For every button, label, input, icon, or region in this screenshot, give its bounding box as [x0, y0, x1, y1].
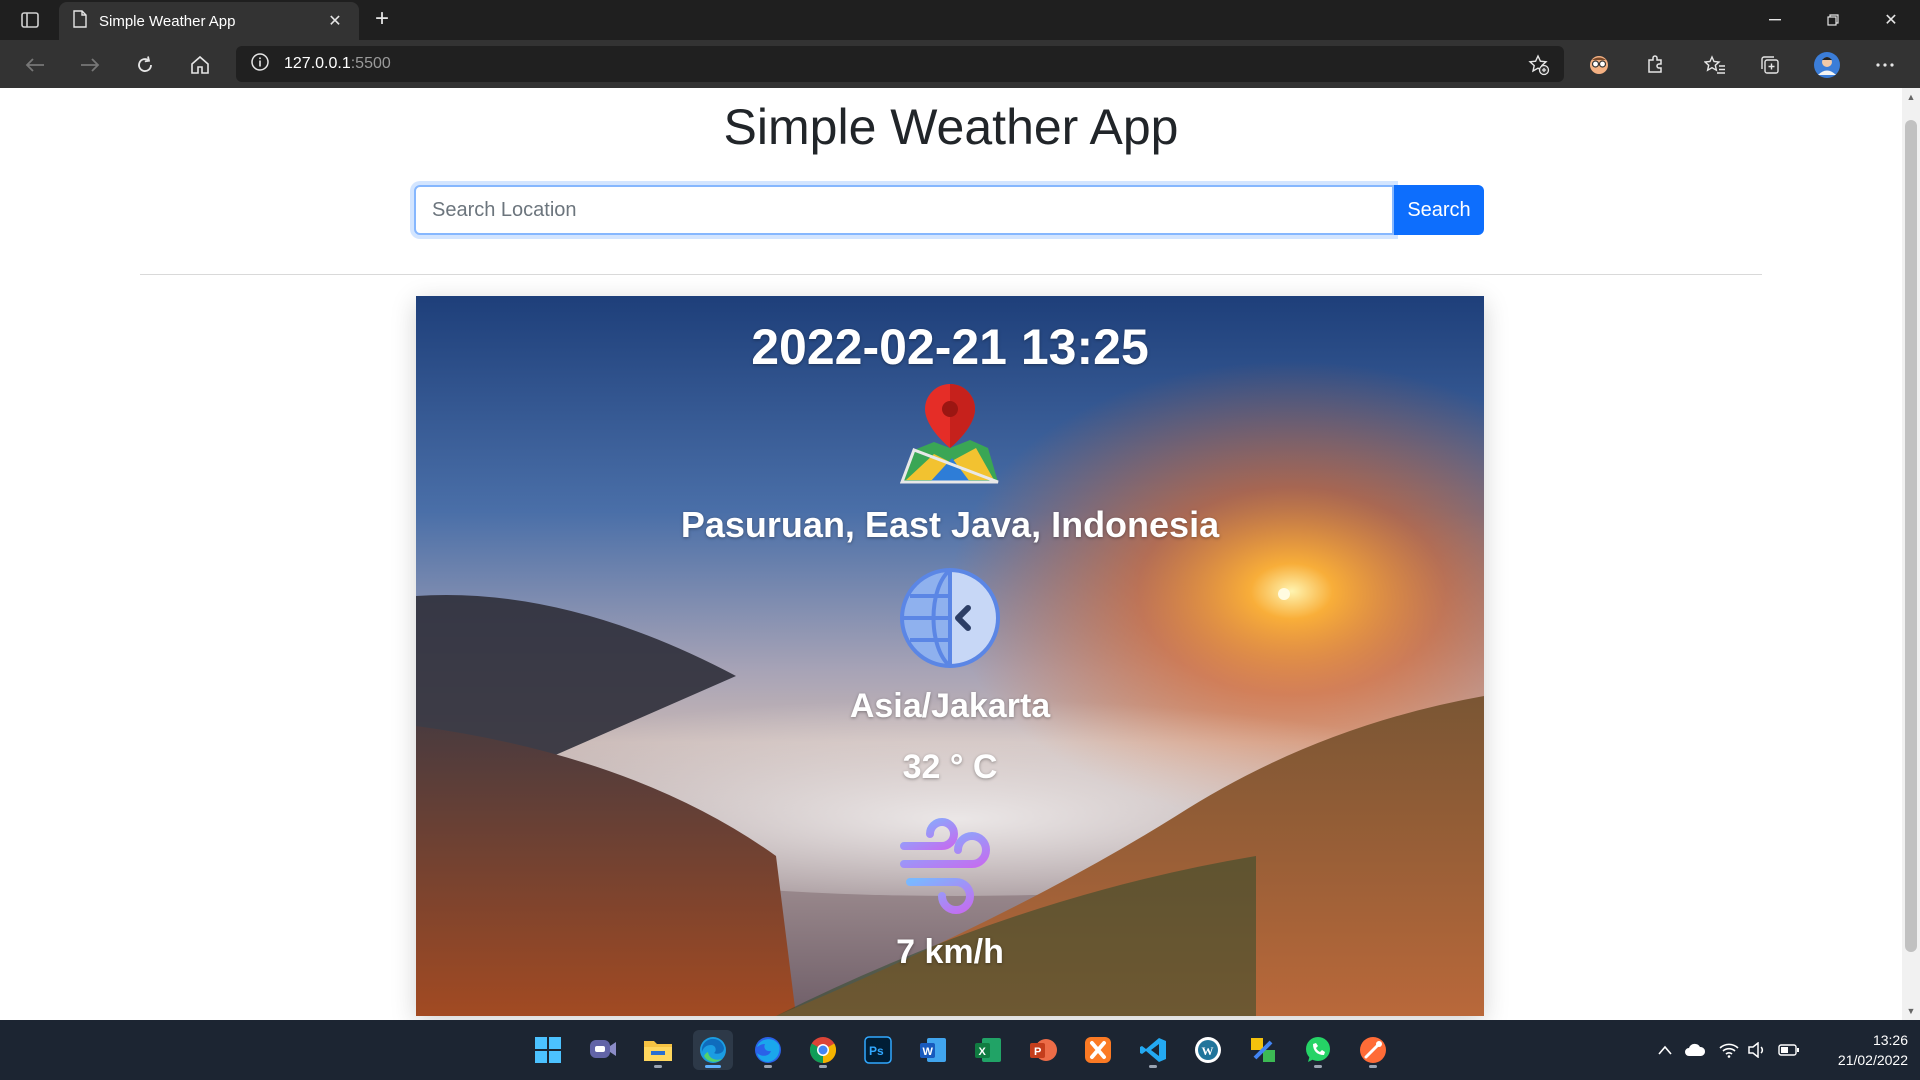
close-tab-icon[interactable]: ✕: [325, 11, 345, 31]
forward-arrow-icon[interactable]: [75, 50, 105, 80]
svg-text:W: W: [923, 1046, 934, 1058]
excel-icon[interactable]: X: [968, 1030, 1008, 1070]
more-options-icon[interactable]: [1870, 50, 1900, 80]
refresh-icon[interactable]: [130, 50, 160, 80]
active-tab[interactable]: Simple Weather App ✕: [59, 2, 359, 40]
minimize-icon[interactable]: [1746, 0, 1804, 40]
svg-text:Ps: Ps: [869, 1044, 884, 1058]
profile-avatar-icon[interactable]: [1812, 50, 1842, 80]
svg-text:X: X: [979, 1046, 987, 1058]
onedrive-cloud-icon[interactable]: [1684, 1040, 1706, 1060]
scroll-up-icon[interactable]: ▲: [1906, 92, 1916, 102]
teams-chat-icon[interactable]: [583, 1030, 623, 1070]
url-port: :5500: [350, 55, 391, 72]
search-input[interactable]: [414, 185, 1394, 235]
chevron-up-icon[interactable]: [1654, 1040, 1676, 1060]
volume-icon[interactable]: [1746, 1040, 1768, 1060]
xampp-icon[interactable]: [1078, 1030, 1118, 1070]
svg-text:W: W: [1202, 1044, 1214, 1058]
upwork-icon[interactable]: [1243, 1030, 1283, 1070]
wind-speed-text: 7 km/h: [896, 933, 1004, 971]
vscode-icon[interactable]: [1133, 1030, 1173, 1070]
search-form: Search: [414, 185, 1484, 235]
search-button[interactable]: Search: [1394, 185, 1484, 235]
restore-icon[interactable]: [1804, 0, 1862, 40]
firefox-icon[interactable]: [748, 1030, 788, 1070]
divider: [140, 274, 1762, 275]
chrome-icon[interactable]: [803, 1030, 843, 1070]
extension-avatar-icon[interactable]: [1584, 50, 1614, 80]
close-window-icon[interactable]: ✕: [1862, 0, 1920, 40]
favorites-icon[interactable]: [1700, 50, 1730, 80]
system-clock[interactable]: 13:26 21/02/2022: [1808, 1030, 1908, 1070]
timezone-text: Asia/Jakarta: [849, 687, 1051, 725]
svg-text:P: P: [1034, 1046, 1041, 1058]
photoshop-icon[interactable]: Ps: [858, 1030, 898, 1070]
wind-icon: [900, 818, 990, 914]
scroll-thumb[interactable]: [1905, 120, 1917, 952]
wordpress-local-icon[interactable]: W: [1188, 1030, 1228, 1070]
browser-toolbar: 127.0.0.1:5500: [0, 40, 1920, 88]
edge-icon[interactable]: [693, 1030, 733, 1070]
whatsapp-icon[interactable]: [1298, 1030, 1338, 1070]
file-explorer-icon[interactable]: [638, 1030, 678, 1070]
url-text: 127.0.0.1:5500: [284, 55, 391, 73]
tab-title: Simple Weather App: [99, 12, 236, 30]
start-icon[interactable]: [528, 1030, 568, 1070]
postman-icon[interactable]: [1353, 1030, 1393, 1070]
clock-date: 21/02/2022: [1837, 1052, 1908, 1068]
windows-taskbar: Ps W X P W 13:26 21/02/2022: [0, 1020, 1920, 1080]
word-icon[interactable]: W: [913, 1030, 953, 1070]
tab-actions-icon[interactable]: [16, 8, 44, 32]
clock-time: 13:26: [1872, 1032, 1908, 1048]
scroll-down-icon[interactable]: ▼: [1906, 1006, 1916, 1016]
globe-clock-icon: [900, 568, 1000, 668]
temperature-text: 32 ° C: [902, 748, 998, 786]
url-host: 127.0.0.1: [284, 55, 351, 72]
info-icon[interactable]: [250, 52, 270, 77]
datetime-text: 2022-02-21 13:25: [751, 319, 1149, 375]
powerpoint-icon[interactable]: P: [1023, 1030, 1063, 1070]
location-text: Pasuruan, East Java, Indonesia: [680, 504, 1220, 545]
collections-icon[interactable]: [1755, 50, 1785, 80]
home-icon[interactable]: [185, 50, 215, 80]
page-scrollbar[interactable]: ▲ ▼: [1902, 88, 1920, 1020]
page-title: Simple Weather App: [723, 99, 1179, 155]
weather-card: 2022-02-21 13:25 Pasuruan, East Java, In…: [416, 296, 1484, 1016]
address-bar[interactable]: 127.0.0.1:5500: [236, 46, 1564, 82]
back-arrow-icon[interactable]: [20, 50, 50, 80]
browser-tab-bar: Simple Weather App ✕ + ✕: [0, 0, 1920, 40]
map-pin-icon: [900, 384, 999, 484]
new-tab-icon[interactable]: +: [368, 6, 396, 34]
page-icon: [73, 9, 87, 33]
page-viewport: Simple Weather App Search Location Searc…: [0, 88, 1902, 1020]
wifi-icon[interactable]: [1718, 1040, 1740, 1060]
battery-icon[interactable]: [1778, 1040, 1800, 1060]
extensions-icon[interactable]: [1640, 50, 1670, 80]
add-favorite-icon[interactable]: [1524, 50, 1554, 80]
